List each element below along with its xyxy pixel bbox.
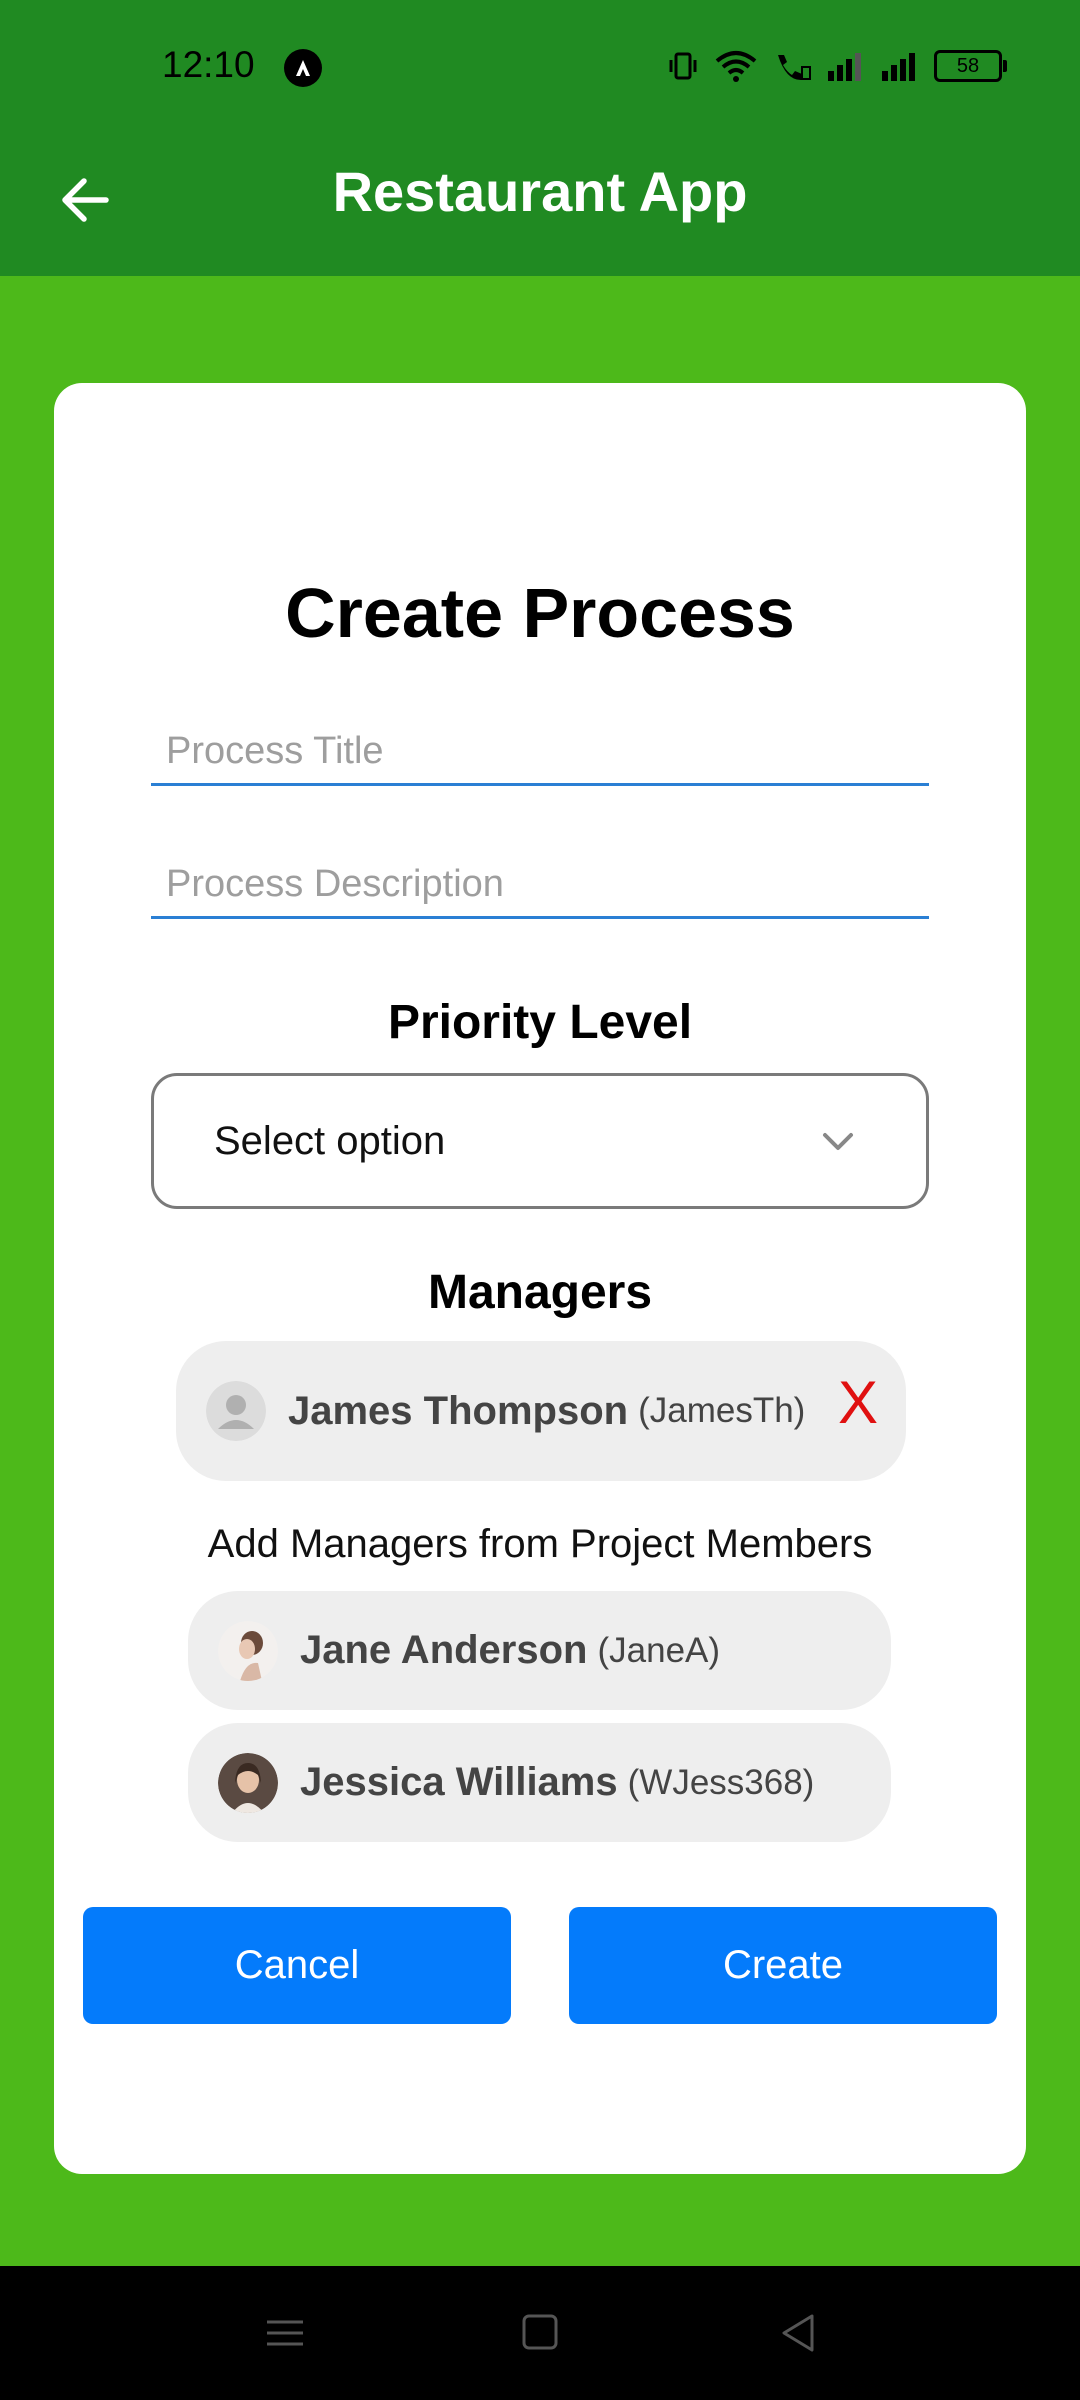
priority-select[interactable]: Select option	[151, 1073, 929, 1209]
home-icon[interactable]	[518, 2306, 562, 2360]
managers-label: Managers	[427, 1266, 653, 1319]
status-icons: 58	[666, 46, 1007, 86]
project-member-chip[interactable]: Jessica Williams (WJess368)	[188, 1723, 891, 1842]
create-button[interactable]: Create	[569, 1907, 997, 2024]
process-description-input[interactable]	[151, 853, 929, 919]
signal-icon-2	[882, 53, 915, 81]
form-title: Create Process	[285, 574, 795, 652]
priority-level-label: Priority Level	[387, 996, 693, 1049]
app-notification-icon	[284, 49, 322, 87]
avatar	[218, 1752, 278, 1813]
process-title-input[interactable]	[151, 720, 929, 786]
vibrate-icon	[669, 52, 697, 80]
system-nav-bar	[0, 2266, 1080, 2400]
back-nav-icon[interactable]	[776, 2306, 820, 2360]
member-name: Jane Anderson	[300, 1628, 588, 1672]
wifi-call-icon	[778, 55, 811, 81]
battery-level: 58	[956, 55, 980, 77]
menu-icon[interactable]	[263, 2306, 307, 2360]
create-process-card: Create Process Priority Level Select opt…	[54, 383, 1026, 2174]
member-name: Jessica Williams	[300, 1760, 618, 1804]
status-bar: 12:10 58	[0, 0, 1080, 135]
cancel-button[interactable]: Cancel	[83, 1907, 511, 2024]
avatar	[206, 1381, 266, 1441]
wifi-icon	[715, 51, 757, 82]
remove-manager-button[interactable]: X	[838, 1373, 878, 1433]
battery-indicator: 58	[934, 50, 1007, 82]
chevron-down-icon	[823, 1133, 853, 1150]
app-bar: Restaurant App	[0, 135, 1080, 276]
member-username: (JaneA)	[597, 1630, 721, 1670]
project-member-chip[interactable]: Jane Anderson (JaneA)	[188, 1591, 891, 1710]
avatar	[218, 1620, 278, 1681]
manager-name: James Thompson	[288, 1388, 629, 1433]
priority-select-value: Select option	[214, 1118, 446, 1163]
manager-username: (JamesTh)	[638, 1391, 806, 1430]
app-title: Restaurant App	[332, 160, 748, 223]
signal-icon-1	[828, 53, 861, 81]
status-time: 12:10	[162, 44, 255, 85]
add-managers-hint: Add Managers from Project Members	[207, 1522, 873, 1566]
member-username: (WJess368)	[627, 1762, 815, 1802]
selected-manager-chip: James Thompson (JamesTh) X	[176, 1341, 906, 1481]
